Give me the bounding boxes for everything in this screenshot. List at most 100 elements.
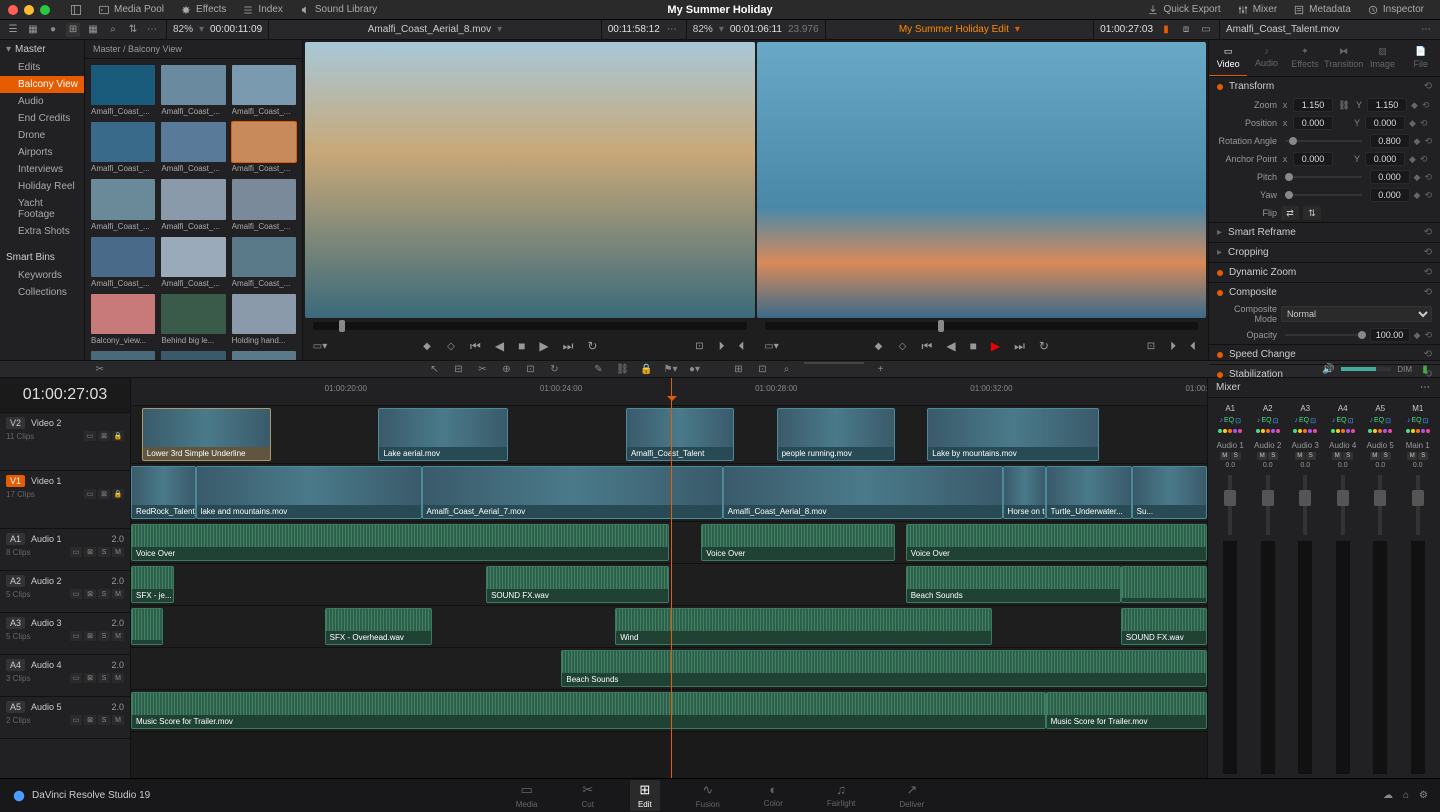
rotation-input[interactable]: 0.800 bbox=[1370, 134, 1410, 148]
inspector-tab[interactable]: ✦Effects bbox=[1286, 40, 1324, 76]
timeline-clip[interactable]: Voice Over bbox=[701, 524, 895, 561]
zoom-x-input[interactable]: 1.150 bbox=[1293, 98, 1333, 112]
inspector-tab[interactable]: ♪Audio bbox=[1247, 40, 1285, 76]
fader[interactable] bbox=[1266, 475, 1270, 535]
media-thumbnail[interactable] bbox=[161, 351, 225, 360]
opacity-input[interactable]: 100.00 bbox=[1370, 328, 1410, 342]
fader[interactable] bbox=[1341, 475, 1345, 535]
trim-tool-icon[interactable]: ⊟ bbox=[452, 362, 466, 376]
timeline-clip[interactable]: Voice Over bbox=[131, 524, 669, 561]
track-lane[interactable]: Voice OverVoice OverVoice Over bbox=[131, 522, 1207, 564]
smart-bin-item[interactable]: Keywords bbox=[0, 267, 84, 284]
track-buttons[interactable]: ▭⊠SM bbox=[70, 631, 124, 641]
media-thumbnail[interactable]: Holding hand... bbox=[232, 294, 296, 345]
metadata-button[interactable]: Metadata bbox=[1285, 0, 1359, 20]
fader[interactable] bbox=[1378, 475, 1382, 535]
track-lane[interactable]: SFX - Overhead.wavCross FadeWindSOUND FX… bbox=[131, 606, 1207, 648]
timeline-clip[interactable]: Amalfi_Coast_Talent bbox=[626, 408, 734, 461]
reset-icon[interactable]: ⟲ bbox=[1424, 172, 1432, 183]
source-clip-name[interactable]: Amalfi_Coast_Aerial_8.mov bbox=[368, 24, 491, 35]
bin-item[interactable]: Audio bbox=[0, 93, 84, 110]
rotation-slider[interactable] bbox=[1285, 140, 1362, 142]
timeline-clip[interactable]: Amalfi_Coast_Aerial_8.mov bbox=[723, 466, 1003, 519]
record-prev-edit-icon[interactable]: ◆ bbox=[872, 339, 886, 353]
mixer-strip[interactable]: A5 ♪EQ⊡ Audio 5 MS 0.0 bbox=[1362, 402, 1399, 774]
track-header[interactable]: A5Audio 52.02 Clips▭⊠SM bbox=[0, 697, 130, 739]
track-header[interactable]: A2Audio 22.05 Clips▭⊠SM bbox=[0, 571, 130, 613]
inspector-button[interactable]: Inspector bbox=[1359, 0, 1432, 20]
link-icon[interactable]: ⛓ bbox=[1337, 98, 1351, 112]
layout-preset-button[interactable] bbox=[62, 0, 90, 20]
record-match-frame-icon[interactable]: ⊡ bbox=[1144, 339, 1158, 353]
bin-item[interactable]: End Credits bbox=[0, 110, 84, 127]
page-tab[interactable]: ✂Cut bbox=[574, 780, 602, 811]
settings-icon[interactable]: ⚙ bbox=[1419, 790, 1428, 801]
record-last-frame-button[interactable]: ⏭ bbox=[1012, 337, 1027, 356]
yaw-input[interactable]: 0.000 bbox=[1370, 188, 1410, 202]
record-viewer[interactable]: ▭▾ ◆ ◇ ⏮ ◀ ■ ▶ ⏭ ↻ ⊡ ⏵ ⏴ bbox=[757, 42, 1207, 358]
view-strip-icon[interactable]: ▦ bbox=[26, 23, 40, 37]
source-zoom[interactable]: 82% bbox=[173, 24, 193, 35]
record-next-edit-icon[interactable]: ◇ bbox=[896, 339, 910, 353]
pos-x-input[interactable]: 0.000 bbox=[1293, 116, 1333, 130]
keyframe-icon[interactable]: ◆ bbox=[1411, 100, 1418, 111]
track-id[interactable]: A4 bbox=[6, 659, 25, 671]
timeline-clip[interactable] bbox=[131, 608, 163, 645]
track-id[interactable]: A2 bbox=[6, 575, 25, 587]
bin-item[interactable]: Holiday Reel bbox=[0, 178, 84, 195]
link-clips-icon[interactable]: ⛓ bbox=[616, 362, 630, 376]
anchor-x-input[interactable]: 0.000 bbox=[1293, 152, 1333, 166]
zoom-slider[interactable] bbox=[804, 362, 864, 364]
page-tab[interactable]: ▭Media bbox=[508, 780, 546, 811]
sort-icon[interactable]: ⇅ bbox=[126, 23, 140, 37]
bin-item[interactable]: Balcony View bbox=[0, 76, 84, 93]
media-thumbnail[interactable] bbox=[232, 351, 296, 360]
page-tab[interactable]: ◐Color bbox=[756, 780, 791, 811]
keyframe-icon[interactable]: ◆ bbox=[1414, 136, 1421, 147]
zoom-y-input[interactable]: 1.150 bbox=[1367, 98, 1407, 112]
media-thumbnail[interactable]: Amalfi_Coast_... bbox=[91, 122, 155, 173]
reset-icon[interactable]: ⟲ bbox=[1424, 190, 1432, 201]
timeline-clip[interactable]: SFX - Overhead.wav bbox=[325, 608, 433, 645]
reset-icon[interactable]: ⟲ bbox=[1420, 154, 1428, 165]
track-id[interactable]: V2 bbox=[6, 417, 25, 429]
snap-icon[interactable]: ⊞ bbox=[732, 362, 746, 376]
bin-item[interactable]: Drone bbox=[0, 127, 84, 144]
pos-y-input[interactable]: 0.000 bbox=[1365, 116, 1405, 130]
scissors-icon[interactable]: ✂ bbox=[93, 362, 107, 376]
track-header[interactable]: V2Video 211 Clips▭⊠🔒 bbox=[0, 413, 130, 471]
bin-item[interactable]: Airports bbox=[0, 144, 84, 161]
timeline-clip[interactable]: RedRock_Talent_3... bbox=[131, 466, 196, 519]
media-thumbnail[interactable]: Amalfi_Coast_... bbox=[232, 65, 296, 116]
media-thumbnail[interactable]: Amalfi_Coast_... bbox=[232, 122, 296, 173]
reset-icon[interactable]: ⟲ bbox=[1422, 100, 1430, 111]
source-play-button[interactable]: ▶ bbox=[537, 337, 550, 355]
composite-mode-select[interactable]: Normal bbox=[1281, 306, 1432, 322]
fader[interactable] bbox=[1303, 475, 1307, 535]
bin-item[interactable]: Interviews bbox=[0, 161, 84, 178]
source-out-button[interactable]: ⏴ bbox=[736, 337, 746, 356]
overwrite-icon[interactable]: ⊡ bbox=[524, 362, 538, 376]
track-buttons[interactable]: ▭⊠SM bbox=[70, 715, 124, 725]
master-bin[interactable]: ▾Master bbox=[0, 40, 84, 59]
transform-section-header[interactable]: Transform⟲ bbox=[1209, 77, 1440, 96]
keyframe-icon[interactable]: ◆ bbox=[1409, 118, 1416, 129]
more-options-icon[interactable]: ⋯ bbox=[146, 23, 160, 37]
page-tab[interactable]: ∿Fusion bbox=[688, 780, 728, 811]
source-prev-edit-icon[interactable]: ◆ bbox=[420, 339, 434, 353]
source-scrubber[interactable] bbox=[313, 322, 747, 330]
inspector-tab[interactable]: ▭Video bbox=[1209, 40, 1247, 76]
track-header[interactable]: A3Audio 32.05 Clips▭⊠SM bbox=[0, 613, 130, 655]
blade-tool-icon[interactable]: ✂ bbox=[476, 362, 490, 376]
view-thumbnail-icon[interactable]: ⊞ bbox=[66, 23, 80, 37]
source-stop-button[interactable]: ■ bbox=[516, 337, 527, 355]
inspector-tab[interactable]: ▨Image bbox=[1363, 40, 1401, 76]
record-view-mode-icon[interactable]: ▭▾ bbox=[765, 339, 779, 353]
timeline-clip[interactable]: Beach Sounds bbox=[906, 566, 1121, 603]
speaker-icon[interactable]: 🔊 bbox=[1321, 362, 1335, 376]
mixer-strip[interactable]: A3 ♪EQ⊡ Audio 3 MS 0.0 bbox=[1287, 402, 1324, 774]
smart-bin-item[interactable]: Collections bbox=[0, 284, 84, 301]
media-thumbnail[interactable]: Balcony_view... bbox=[91, 294, 155, 345]
fader[interactable] bbox=[1416, 475, 1420, 535]
record-play-button[interactable]: ▶ bbox=[989, 337, 1002, 355]
